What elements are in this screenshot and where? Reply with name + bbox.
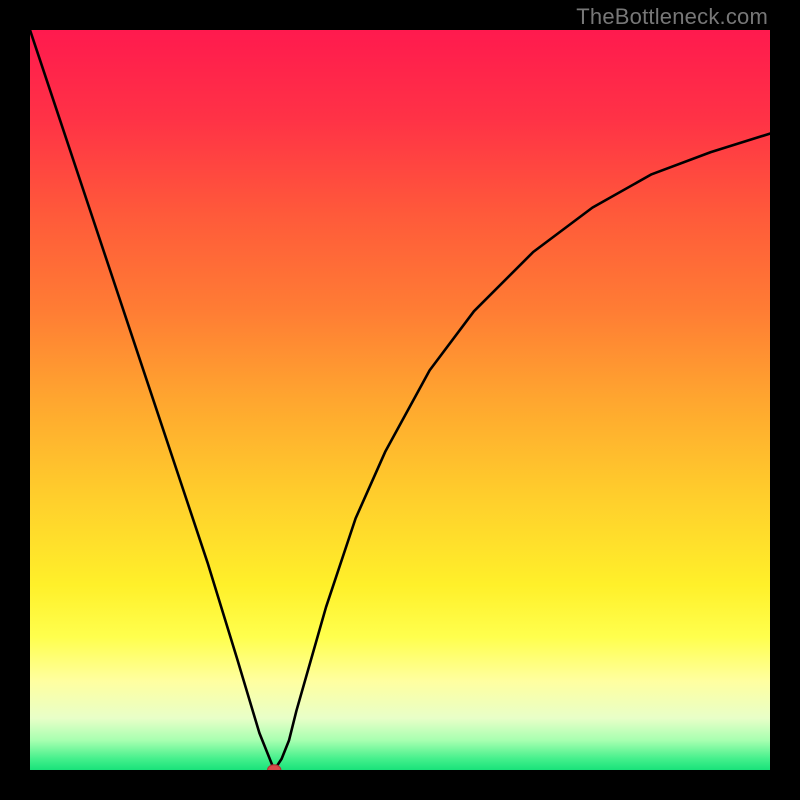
plot-area [30,30,770,770]
watermark-text: TheBottleneck.com [576,4,768,30]
curve-layer [30,30,770,770]
bottleneck-curve [30,30,770,770]
chart-frame: TheBottleneck.com [0,0,800,800]
minimum-marker [268,765,281,770]
